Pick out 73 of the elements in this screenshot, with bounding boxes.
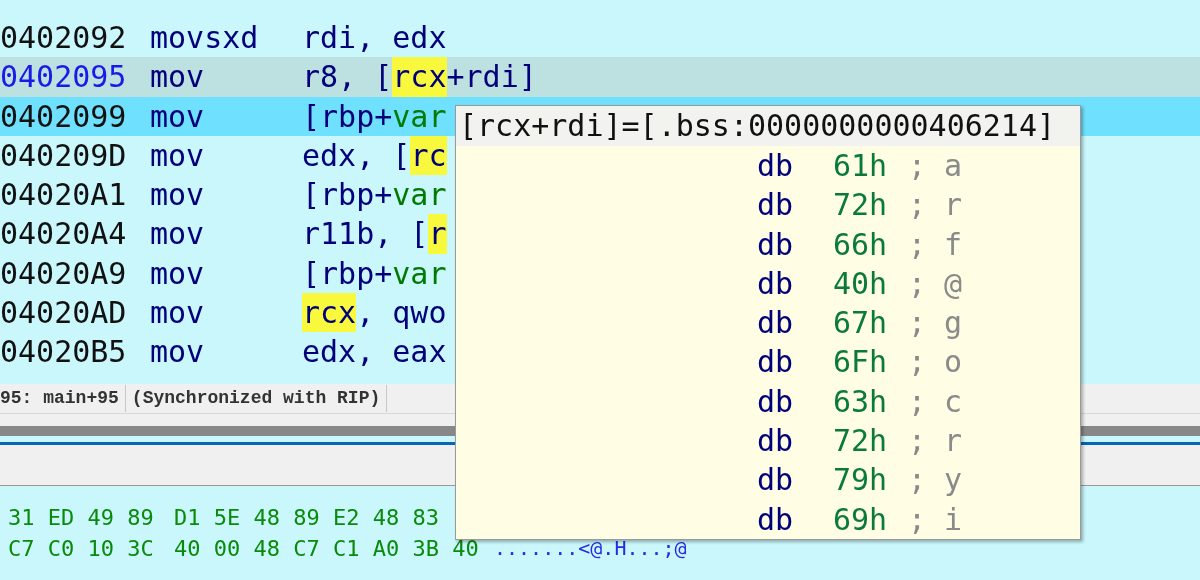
hex-bytes-text: D1 5E 48 89 E2 48 83 <box>174 504 440 532</box>
address-text: 04020A4 <box>0 215 128 254</box>
directive-text: db <box>757 147 795 185</box>
ascii-text: .......<@.H...;@ <box>494 535 687 562</box>
highlighted-operand: rcx <box>392 57 447 97</box>
operand-text: var <box>392 176 447 215</box>
comment-text: ; f <box>908 225 963 264</box>
comment-text: ; @ <box>908 264 963 303</box>
directive-text: db <box>757 500 795 539</box>
mnemonic-text: mov <box>150 254 206 293</box>
directive-text: db <box>757 304 795 343</box>
operand-text: var <box>392 97 447 136</box>
value-text: 40h <box>833 264 889 303</box>
comment-text: ; g <box>908 304 963 343</box>
directive-text: db <box>757 343 795 382</box>
comment-text: ; o <box>908 343 963 382</box>
directive-text: db <box>757 264 795 303</box>
comment-text: ; y <box>908 461 963 500</box>
address-text: 0402092 <box>0 19 128 57</box>
hint-title: [rcx+rdi]=[.bss:0000000000406214] <box>456 106 1080 146</box>
highlighted-operand: r <box>428 214 447 254</box>
operand-text: r11b, [ <box>302 215 429 254</box>
address-text: 040209D <box>0 136 128 175</box>
value-text: 61h <box>833 147 889 185</box>
value-text: 79h <box>833 461 889 500</box>
highlighted-operand: rcx <box>302 293 357 333</box>
mnemonic-text: movsxd <box>150 19 260 57</box>
value-text: 72h <box>833 186 889 225</box>
address-text: 0402095 <box>0 58 128 97</box>
sync-status-text: (Synchronized with RIP) <box>125 385 388 412</box>
hex-bytes-text: 40 00 48 C7 C1 A0 3B 40 <box>174 535 480 563</box>
comment-text: ; i <box>908 500 963 539</box>
operand-text: r8, [ <box>302 58 393 97</box>
mnemonic-text: mov <box>150 333 206 372</box>
address-text: 04020AD <box>0 294 128 333</box>
hex-bytes-text: 31 ED 49 89 <box>8 504 155 532</box>
value-text: 66h <box>833 225 889 264</box>
value-text: 72h <box>833 422 889 461</box>
comment-text: ; r <box>908 186 963 225</box>
directive-text: db <box>757 186 795 225</box>
operand-text: , qwo <box>356 294 447 333</box>
address-text: 04020A9 <box>0 254 128 293</box>
comment-text: ; r <box>908 422 963 461</box>
address-text: 04020A1 <box>0 176 128 215</box>
location-text: 95: main+95 <box>0 385 126 412</box>
operand-text: var <box>392 254 447 293</box>
operand-text: edx, [ <box>302 136 411 175</box>
comment-text: ; a <box>908 147 963 185</box>
highlighted-operand: rc <box>410 135 447 176</box>
value-text: 69h <box>833 500 889 539</box>
directive-text: db <box>757 225 795 264</box>
value-text: 63h <box>833 382 889 421</box>
directive-text: db <box>757 422 795 461</box>
directive-text: db <box>757 382 795 421</box>
operand-text: edx, eax <box>302 333 447 372</box>
mnemonic-text: mov <box>150 97 206 136</box>
mnemonic-text: mov <box>150 176 206 215</box>
operand-text: +rdi] <box>446 58 537 97</box>
mnemonic-text: mov <box>150 294 206 333</box>
operand-text: [rbp+ <box>302 254 393 293</box>
address-text: 04020B5 <box>0 333 128 372</box>
mnemonic-text: mov <box>150 136 206 175</box>
hex-bytes-text: C7 C0 10 3C <box>8 535 155 563</box>
mnemonic-text: mov <box>150 58 206 97</box>
address-text: 0402099 <box>0 97 128 136</box>
value-text: 67h <box>833 304 889 343</box>
comment-text: ; c <box>908 382 963 421</box>
operand-text: rdi, edx <box>302 19 447 57</box>
operand-text: [rbp+ <box>302 97 393 136</box>
value-text: 6Fh <box>833 343 889 382</box>
operand-text: [rbp+ <box>302 176 393 215</box>
directive-text: db <box>757 461 795 500</box>
mnemonic-text: mov <box>150 215 206 254</box>
